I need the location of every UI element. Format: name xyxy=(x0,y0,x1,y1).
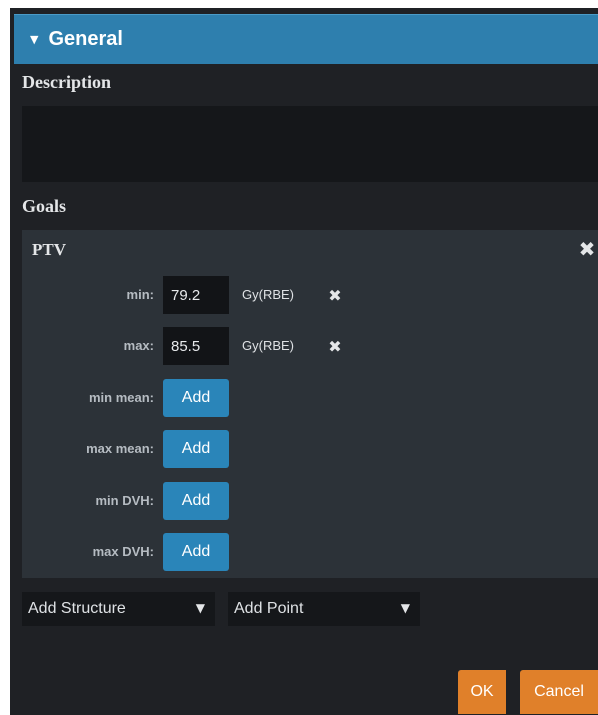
row-label: min mean: xyxy=(88,390,154,405)
remove-min-icon[interactable]: ✖ xyxy=(326,285,344,305)
section-title: General xyxy=(48,28,123,50)
add-min-dvh-button[interactable]: Add xyxy=(163,482,229,520)
add-point-label: Add Point xyxy=(234,600,304,617)
section-general-header[interactable]: ▼ General xyxy=(14,14,598,64)
goals-label: Goals xyxy=(22,196,67,216)
add-point-select[interactable]: Add Point ▼ xyxy=(228,592,420,626)
add-structure-label: Add Structure xyxy=(28,600,126,617)
goal-card-ptv: PTV ✖ min: Gy(RBE) ✖ max: Gy(RBE) ✖ min … xyxy=(22,230,598,578)
caret-down-icon: ▼ xyxy=(30,33,39,46)
goal-row-min-dvh: min DVH: Add xyxy=(22,482,598,520)
row-label: max: xyxy=(123,338,154,353)
goal-structure-name: PTV xyxy=(32,240,66,259)
dropdown-arrow-icon: ▼ xyxy=(195,601,205,615)
row-label: max mean: xyxy=(86,441,154,456)
add-max-dvh-button[interactable]: Add xyxy=(163,533,229,571)
goal-row-min: min: Gy(RBE) ✖ xyxy=(22,276,598,314)
unit-label: Gy(RBE) xyxy=(242,287,294,302)
row-label: min DVH: xyxy=(95,493,155,508)
cancel-button[interactable]: Cancel xyxy=(520,670,598,714)
row-label: min: xyxy=(126,287,154,302)
remove-max-icon[interactable]: ✖ xyxy=(326,336,344,356)
unit-label: Gy(RBE) xyxy=(242,338,294,353)
goal-row-max: max: Gy(RBE) ✖ xyxy=(22,327,598,365)
min-value-input[interactable] xyxy=(163,276,229,314)
goal-row-max-dvh: max DVH: Add xyxy=(22,533,598,571)
ok-button[interactable]: OK xyxy=(458,670,506,714)
goal-row-max-mean: max mean: Add xyxy=(22,430,598,468)
dropdown-arrow-icon: ▼ xyxy=(400,601,410,615)
row-label: max DVH: xyxy=(92,544,154,559)
add-max-mean-button[interactable]: Add xyxy=(163,430,229,468)
add-min-mean-button[interactable]: Add xyxy=(163,379,229,417)
max-value-input[interactable] xyxy=(163,327,229,365)
goal-row-min-mean: min mean: Add xyxy=(22,379,598,417)
goals-dialog: ▼ General Description Goals PTV ✖ min: G… xyxy=(10,8,598,715)
add-structure-select[interactable]: Add Structure ▼ xyxy=(22,592,215,626)
remove-structure-icon[interactable]: ✖ xyxy=(576,236,598,262)
description-field[interactable] xyxy=(22,106,598,182)
description-label: Description xyxy=(22,72,111,92)
